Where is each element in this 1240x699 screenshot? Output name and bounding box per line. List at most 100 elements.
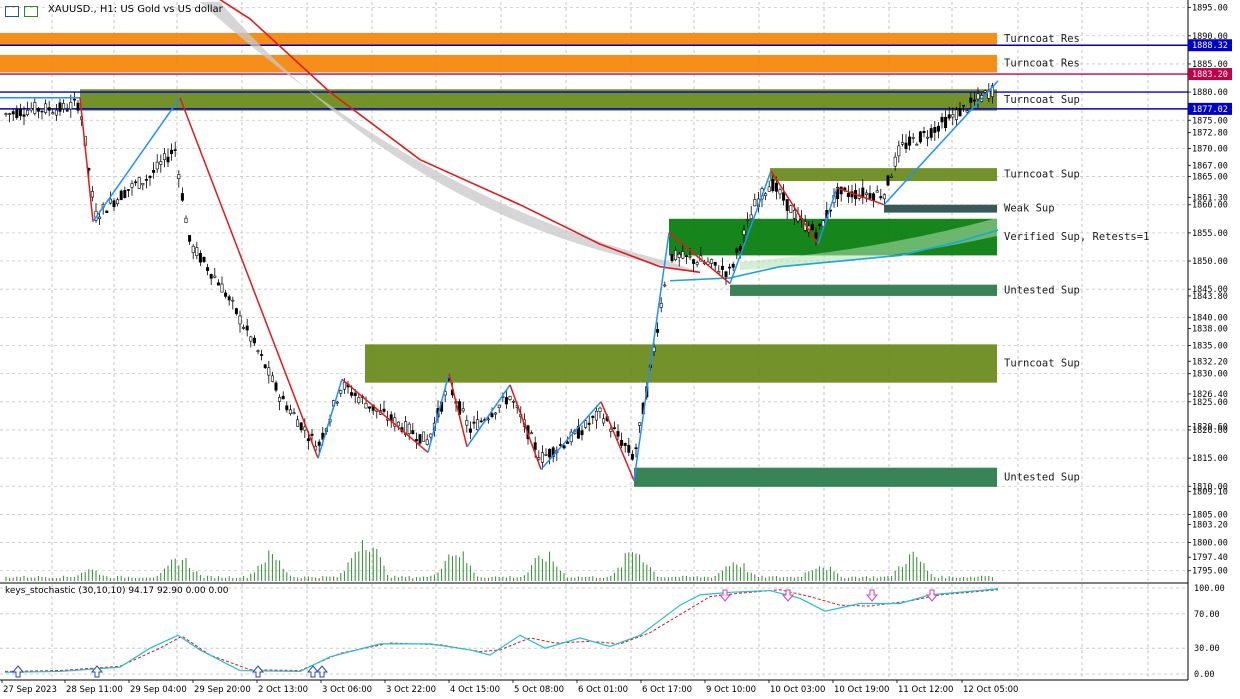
zigzag-segment — [79, 97, 94, 222]
candle-body — [274, 382, 278, 391]
price-label: 1825.00 — [1192, 398, 1228, 408]
candles — [4, 82, 994, 470]
zone-rect — [0, 32, 997, 46]
indicator-title: keys_stochastic (30,10,10) 94.17 92.90 0… — [5, 586, 229, 596]
candle-body — [735, 248, 739, 253]
zigzag-segment — [509, 384, 542, 470]
candle-body — [148, 175, 152, 178]
buy-arrow-icon — [315, 665, 329, 678]
candle-body — [663, 284, 667, 287]
zone-label: Turncoat Sup — [1004, 94, 1080, 106]
time-label: 10 Oct 03:00 — [770, 685, 825, 695]
zigzag-lines — [0, 80, 999, 481]
candle-body — [969, 97, 973, 103]
zone-label: Untested Sup — [1004, 284, 1080, 296]
zone-rect — [884, 204, 997, 213]
price-label: 1800.00 — [1192, 539, 1228, 549]
candle-body — [584, 420, 588, 428]
candle-body — [868, 193, 872, 199]
candle-body — [846, 192, 850, 197]
chart-title: XAUUSD., H1: US Gold vs US dollar — [48, 4, 223, 15]
candle-body — [15, 109, 19, 118]
price-label: 1820.00 — [1192, 426, 1228, 436]
candle-body — [116, 199, 120, 204]
candle-body — [224, 292, 228, 297]
candle-body — [310, 433, 314, 436]
symbol-properties-icon[interactable] — [24, 6, 38, 17]
time-label: 9 Oct 10:00 — [706, 685, 756, 695]
candle-body — [249, 336, 253, 342]
candle-body — [8, 113, 12, 115]
candle-body — [587, 422, 591, 425]
candle-body — [594, 410, 598, 421]
candle-body — [915, 143, 919, 146]
candle-body — [486, 418, 490, 421]
candle-body — [461, 408, 465, 412]
price-label: 1865.00 — [1192, 173, 1228, 183]
volume-histogram — [5, 539, 993, 581]
candle-body — [47, 107, 51, 111]
candle-body — [933, 126, 937, 133]
candle-body — [623, 443, 627, 446]
candle-body — [659, 303, 663, 308]
zone-label: Turncoat Res — [1004, 58, 1080, 70]
candle-body — [260, 354, 264, 356]
candle-body — [908, 136, 912, 146]
zone-label: Turncoat Sup — [1004, 358, 1080, 370]
sell-arrow-icon — [925, 589, 939, 602]
candle-body — [263, 364, 267, 369]
candle-body — [195, 247, 199, 257]
candle-body — [396, 421, 400, 427]
candle-body — [904, 142, 908, 150]
candle-body — [627, 444, 631, 453]
sell-arrow-icon — [865, 589, 879, 602]
candle-body — [479, 420, 483, 423]
candle-body — [792, 210, 796, 219]
candle-body — [465, 420, 469, 426]
zone-rect — [770, 168, 997, 182]
candle-body — [965, 110, 969, 113]
candle-body — [108, 198, 112, 204]
time-label: 11 Oct 12:00 — [898, 685, 953, 695]
candle-body — [767, 186, 771, 192]
candle-body — [944, 116, 948, 129]
price-label: 1880.00 — [1192, 88, 1228, 98]
time-axis[interactable]: 27 Sep 2023 28 Sep 11:00 29 Sep 04:00 29 Se… — [1, 680, 1018, 695]
candle-body — [350, 392, 354, 396]
stoch-level-label: 30.00 — [1194, 644, 1220, 654]
candle-body — [123, 190, 127, 198]
candle-body — [951, 114, 955, 118]
candle-body — [425, 439, 429, 445]
chart-window-icon[interactable] — [5, 6, 19, 17]
candle-body — [306, 438, 310, 442]
candle-body — [634, 447, 638, 450]
price-highlight-label: 1883.20 — [1192, 70, 1228, 80]
candle-body — [976, 93, 980, 100]
price-axis[interactable]: 1895.001890.001885.001880.001875.001872.… — [1188, 4, 1232, 680]
zone-label: Turncoat Sup — [1004, 169, 1080, 181]
candle-body — [530, 432, 534, 435]
candle-body — [681, 251, 685, 259]
candle-body — [22, 114, 26, 117]
candle-body — [26, 109, 30, 115]
price-label: 1805.00 — [1192, 510, 1228, 520]
candle-body — [753, 199, 757, 207]
candle-body — [983, 90, 987, 93]
candle-body — [245, 325, 249, 331]
candle-body — [357, 397, 361, 403]
candle-body — [620, 439, 624, 446]
candle-body — [220, 283, 224, 293]
time-label: 12 Oct 05:00 — [963, 685, 1018, 695]
candle-body — [227, 296, 231, 301]
price-label: 1872.80 — [1192, 129, 1228, 139]
zone-label: Turncoat Res — [1004, 33, 1080, 45]
candle-body — [202, 256, 206, 262]
candle-body — [177, 174, 181, 180]
candle-body — [270, 375, 274, 382]
candle-body — [184, 217, 188, 223]
candle-body — [278, 397, 282, 402]
price-label: 1809.10 — [1192, 487, 1228, 497]
candle-body — [774, 182, 778, 192]
candle-body — [879, 196, 883, 199]
stochastic-panel[interactable] — [0, 582, 1188, 678]
